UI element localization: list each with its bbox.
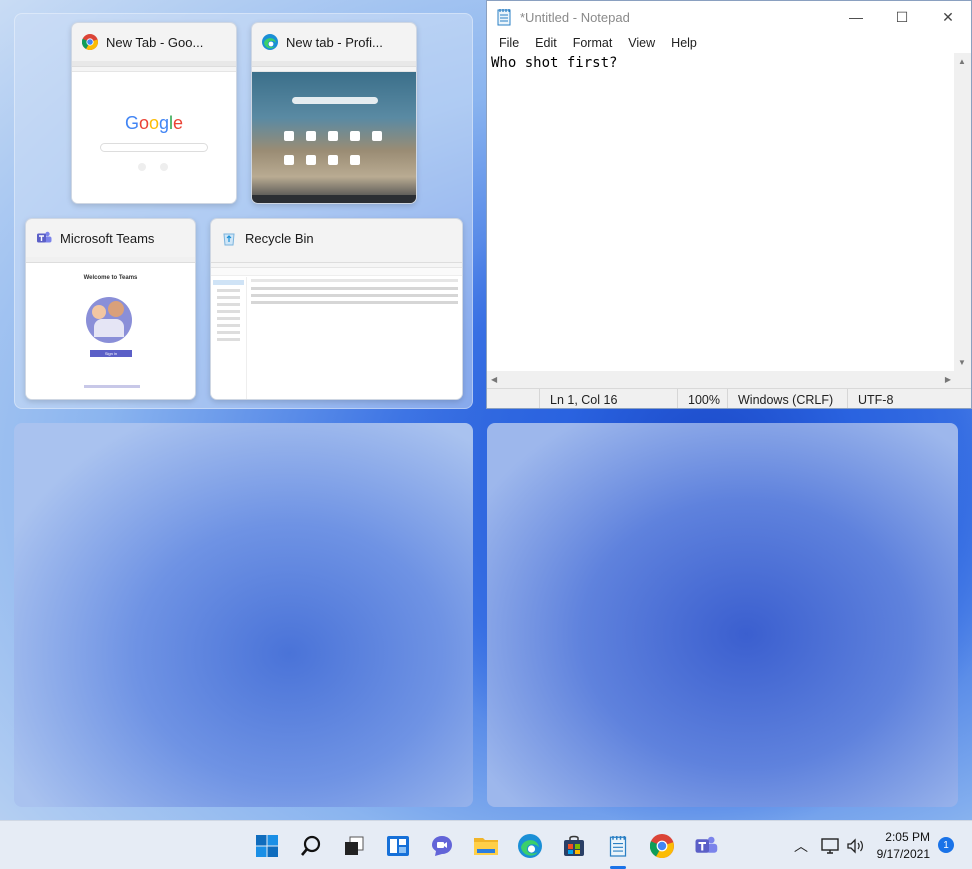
store-icon — [564, 835, 584, 856]
windows-start-icon — [256, 835, 278, 857]
thumbnail-title: New Tab - Goo... — [106, 34, 204, 50]
widgets-icon — [387, 836, 409, 856]
notepad-status-bar: Ln 1, Col 16 100% Windows (CRLF) UTF-8 — [487, 388, 971, 408]
status-position: Ln 1, Col 16 — [539, 389, 677, 408]
taskbar: ︿ 2:05 PM 9/17/2021 1 — [0, 820, 972, 869]
scroll-left-arrow-icon[interactable]: ◀ — [491, 375, 497, 384]
taskbar-clock[interactable]: 2:05 PM 9/17/2021 — [877, 829, 930, 863]
search-icon — [301, 835, 321, 856]
explorer-toolbar — [211, 268, 462, 276]
explorer-nav-pane — [211, 277, 247, 399]
snap-thumbnail-teams[interactable]: Microsoft Teams Welcome to Teams Sign in — [25, 218, 196, 400]
show-hidden-icons-icon[interactable]: ︿ — [790, 836, 812, 856]
edge-preview — [252, 61, 416, 203]
status-line-ending: Windows (CRLF) — [727, 389, 847, 408]
notepad-taskbar-button[interactable] — [601, 829, 635, 863]
chrome-icon — [650, 834, 674, 858]
recycle-bin-icon — [223, 233, 235, 246]
notepad-icon — [497, 9, 511, 26]
thumbnail-title: New tab - Profi... — [286, 34, 383, 50]
menu-edit[interactable]: Edit — [527, 36, 565, 50]
horizontal-scrollbar[interactable]: ◀ ▶ — [487, 371, 955, 388]
widgets-button[interactable] — [381, 829, 415, 863]
teams-sign-in-button: Sign in — [90, 350, 132, 357]
snap-thumbnail-edge[interactable]: New tab - Profi... — [251, 22, 417, 204]
store-button[interactable] — [557, 829, 591, 863]
menu-file[interactable]: File — [491, 36, 527, 50]
system-tray: ︿ — [790, 821, 866, 869]
shortcut-dot — [138, 163, 146, 171]
edge-icon — [518, 834, 542, 858]
menu-format[interactable]: Format — [565, 36, 621, 50]
teams-icon — [37, 231, 52, 243]
task-view-button[interactable] — [337, 829, 371, 863]
scroll-up-arrow-icon[interactable]: ▲ — [958, 57, 966, 66]
clock-time: 2:05 PM — [885, 830, 930, 844]
edge-news-bar — [252, 195, 416, 203]
notepad-menu-bar: File Edit Format View Help — [487, 33, 971, 53]
file-explorer-button[interactable] — [469, 829, 503, 863]
snap-zone-bottom-right[interactable] — [487, 423, 958, 807]
thumbnail-header: Microsoft Teams — [26, 219, 195, 257]
chrome-taskbar-button[interactable] — [645, 829, 679, 863]
search-button[interactable] — [294, 829, 328, 863]
notepad-text-area[interactable]: Who shot first? — [487, 53, 955, 371]
thumbnail-header: New Tab - Goo... — [72, 23, 236, 61]
thumbnail-header: New tab - Profi... — [252, 23, 416, 61]
snap-thumbnail-chrome[interactable]: New Tab - Goo... Google — [71, 22, 237, 204]
volume-icon[interactable] — [846, 837, 866, 855]
close-button[interactable]: ✕ — [925, 1, 971, 33]
maximize-button[interactable]: ☐ — [879, 1, 925, 33]
thumbnail-title: Microsoft Teams — [60, 230, 155, 246]
thumbnail-header: Recycle Bin — [211, 219, 462, 257]
teams-welcome-text: Welcome to Teams — [83, 275, 138, 281]
teams-footer-link — [84, 385, 140, 388]
google-logo: Google — [124, 113, 184, 133]
shortcut-dot — [160, 163, 168, 171]
task-view-icon — [345, 836, 364, 855]
teams-preview: Welcome to Teams Sign in — [26, 257, 195, 399]
clock-date: 9/17/2021 — [876, 847, 930, 861]
edge-icon — [262, 34, 278, 50]
notepad-window: *Untitled - Notepad — ☐ ✕ File Edit Form… — [486, 0, 972, 409]
explorer-file-list — [251, 279, 458, 308]
window-title: *Untitled - Notepad — [520, 9, 630, 25]
notepad-title-bar[interactable]: *Untitled - Notepad — ☐ ✕ — [487, 1, 971, 33]
network-icon[interactable] — [820, 837, 840, 855]
recycle-bin-preview — [211, 257, 462, 399]
google-search-box — [100, 143, 208, 152]
menu-help[interactable]: Help — [663, 36, 705, 50]
snap-zone-bottom-left[interactable] — [14, 423, 473, 807]
snap-thumbnail-recycle-bin[interactable]: Recycle Bin — [210, 218, 463, 400]
teams-icon — [695, 836, 718, 853]
status-zoom: 100% — [677, 389, 727, 408]
edge-tiles — [284, 131, 394, 171]
menu-view[interactable]: View — [620, 36, 663, 50]
scroll-down-arrow-icon[interactable]: ▼ — [958, 358, 966, 367]
status-encoding: UTF-8 — [847, 389, 971, 408]
notepad-icon — [609, 836, 627, 857]
minimize-button[interactable]: — — [833, 1, 879, 33]
thumbnail-title: Recycle Bin — [245, 230, 314, 246]
teams-illustration — [86, 297, 132, 343]
chat-icon — [432, 836, 452, 856]
folder-icon — [474, 838, 498, 855]
scroll-right-arrow-icon[interactable]: ▶ — [945, 375, 951, 384]
start-button[interactable] — [250, 829, 284, 863]
vertical-scrollbar[interactable]: ▲ ▼ — [954, 53, 971, 371]
scrollbar-corner — [954, 371, 971, 388]
notification-badge[interactable]: 1 — [938, 837, 954, 853]
edge-search-box — [292, 97, 378, 104]
chrome-preview: Google — [72, 61, 236, 203]
chrome-icon — [82, 34, 98, 50]
edge-taskbar-button[interactable] — [513, 829, 547, 863]
teams-taskbar-button[interactable] — [689, 829, 723, 863]
chat-button[interactable] — [425, 829, 459, 863]
